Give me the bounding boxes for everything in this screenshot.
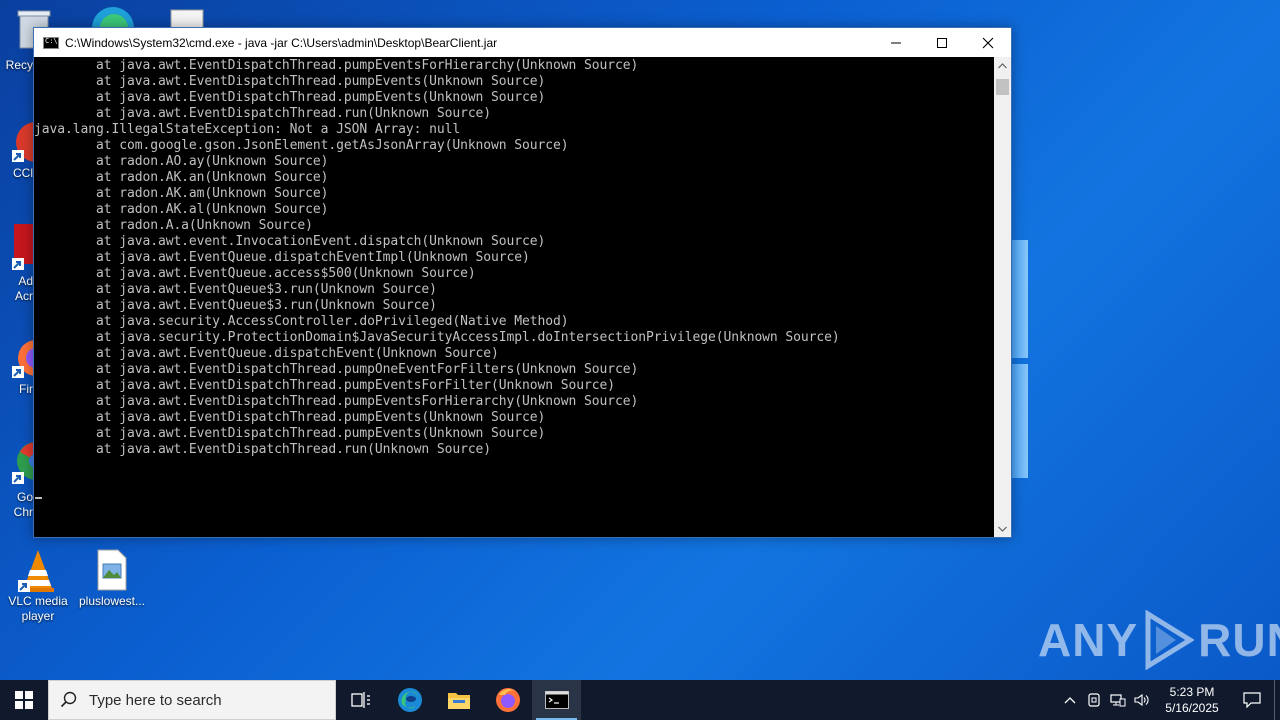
scroll-up-button[interactable] [994,57,1011,74]
taskbar-cmd-button[interactable] [532,680,581,720]
task-view-button[interactable] [336,680,385,720]
window-title: C:\Windows\System32\cmd.exe - java -jar … [65,35,498,50]
vertical-scrollbar[interactable] [994,57,1011,537]
start-button[interactable] [0,680,48,720]
console-line: at java.awt.EventDispatchThread.pumpEven… [34,410,546,425]
anyrun-watermark: ANY RUN [1038,608,1280,672]
console-line: at radon.AK.an(Unknown Source) [34,170,329,185]
console-line: at java.security.AccessController.doPriv… [34,314,569,329]
image-file-icon [92,548,132,591]
task-view-icon [350,692,370,708]
notification-icon [1243,692,1261,708]
console-line: at java.security.ProtectionDomain$JavaSe… [34,330,840,345]
console-line: at java.awt.EventDispatchThread.pumpEven… [34,394,639,409]
taskbar-edge-button[interactable] [385,680,434,720]
search-placeholder: Type here to search [89,691,222,709]
tray-device-button[interactable] [1082,680,1106,720]
console-line: at java.awt.EventDispatchThread.pumpEven… [34,74,546,89]
firefox-label: Fir [19,382,33,396]
scroll-down-button[interactable] [994,520,1011,537]
chevron-up-icon [998,62,1007,68]
search-icon [49,691,89,709]
console-line: at java.awt.EventQueue$3.run(Unknown Sou… [34,298,437,313]
console-line: at java.awt.EventQueue.access$500(Unknow… [34,266,476,281]
device-icon [1088,693,1100,707]
action-center-button[interactable] [1230,680,1274,720]
taskbar: Type here to search 5:23 PM 5/16/2025 [0,680,1280,720]
system-tray: 5:23 PM 5/16/2025 [1058,680,1280,720]
console-line: at java.awt.EventQueue$3.run(Unknown Sou… [34,282,437,297]
windows-start-icon [15,691,33,709]
console-line: at com.google.gson.JsonElement.getAsJson… [34,138,569,153]
console-line: at radon.AK.al(Unknown Source) [34,202,329,217]
watermark-text-right: RUN [1198,614,1280,666]
show-desktop-button[interactable] [1274,680,1280,720]
console-line: at java.awt.EventDispatchThread.run(Unkn… [34,106,492,121]
edge-icon [92,7,134,28]
desktop: Recy CCl Ad Acr Fir Go Chr VLC media pla… [0,0,1280,680]
maximize-button[interactable] [919,28,965,57]
console-line: at java.awt.EventDispatchThread.pumpOneE… [34,362,639,377]
chrome-label-line2: Chr [13,505,33,519]
cmd-window[interactable]: C:\Windows\System32\cmd.exe - java -jar … [33,27,1012,538]
console-line: at java.awt.event.InvocationEvent.dispat… [34,234,546,249]
recycle-bin-label: Recy [5,58,33,72]
taskbar-search-box[interactable]: Type here to search [48,680,336,720]
taskbar-firefox-button[interactable] [483,680,532,720]
firefox-icon [495,688,520,712]
network-icon [1110,694,1126,707]
document-icon [170,9,204,29]
speaker-icon [1134,693,1149,707]
vlc-desktop-icon[interactable]: VLC media player [0,548,76,624]
minimize-button[interactable] [873,28,919,57]
console-line: at radon.A.a(Unknown Source) [34,218,313,233]
console-line: at java.awt.EventDispatchThread.pumpEven… [34,426,546,441]
file-explorer-icon [447,693,470,709]
clock-time: 5:23 PM [1169,685,1215,699]
close-icon [982,37,994,48]
close-button[interactable] [965,28,1011,57]
play-logo-icon [1145,610,1195,670]
console-line: at java.awt.EventDispatchThread.pumpEven… [34,58,639,73]
console-line: at java.awt.EventDispatchThread.pumpEven… [34,90,546,105]
text-cursor [35,497,42,499]
console-line: at java.awt.EventQueue.dispatchEvent(Unk… [34,346,499,361]
console-line: at java.awt.EventDispatchThread.pumpEven… [34,378,616,393]
tray-volume-button[interactable] [1130,680,1154,720]
console-line: java.lang.IllegalStateException: Not a J… [34,122,461,137]
console-line: at java.awt.EventQueue.dispatchEventImpl… [34,250,530,265]
vlc-icon [18,548,58,592]
acrobat-label-line2: Acr [15,289,33,303]
edge-icon [397,688,422,712]
console-text: at java.awt.EventDispatchThread.pumpEven… [34,58,994,458]
cmd-icon [544,691,569,709]
taskbar-file-explorer-button[interactable] [434,680,483,720]
taskbar-clock[interactable]: 5:23 PM 5/16/2025 [1154,684,1230,716]
window-titlebar[interactable]: C:\Windows\System32\cmd.exe - java -jar … [34,28,1011,57]
ccleaner-label: CCl [13,166,33,180]
console-line: at java.awt.EventDispatchThread.run(Unkn… [34,442,492,457]
acrobat-label-line1: Ad [18,274,33,288]
maximize-icon [937,37,947,48]
image-file-label: pluslowest... [78,594,146,608]
clock-date: 5/16/2025 [1165,701,1219,715]
console-output[interactable]: at java.awt.EventDispatchThread.pumpEven… [34,57,994,537]
cmd-app-icon [43,36,59,49]
chrome-label-line1: Go [16,490,33,504]
show-hidden-icons-button[interactable] [1058,680,1082,720]
watermark-text-left: ANY [1038,614,1139,666]
chevron-up-icon [1064,697,1076,704]
console-line: at radon.AK.am(Unknown Source) [34,186,329,201]
console-line: at radon.AO.ay(Unknown Source) [34,154,329,169]
windows-logo-wallpaper [1010,240,1028,480]
tray-network-button[interactable] [1106,680,1130,720]
minimize-icon [891,42,901,43]
image-file-desktop-icon[interactable]: pluslowest... [74,548,150,609]
chevron-down-icon [998,526,1007,532]
scrollbar-thumb[interactable] [996,79,1009,95]
vlc-label: VLC media player [8,594,68,623]
